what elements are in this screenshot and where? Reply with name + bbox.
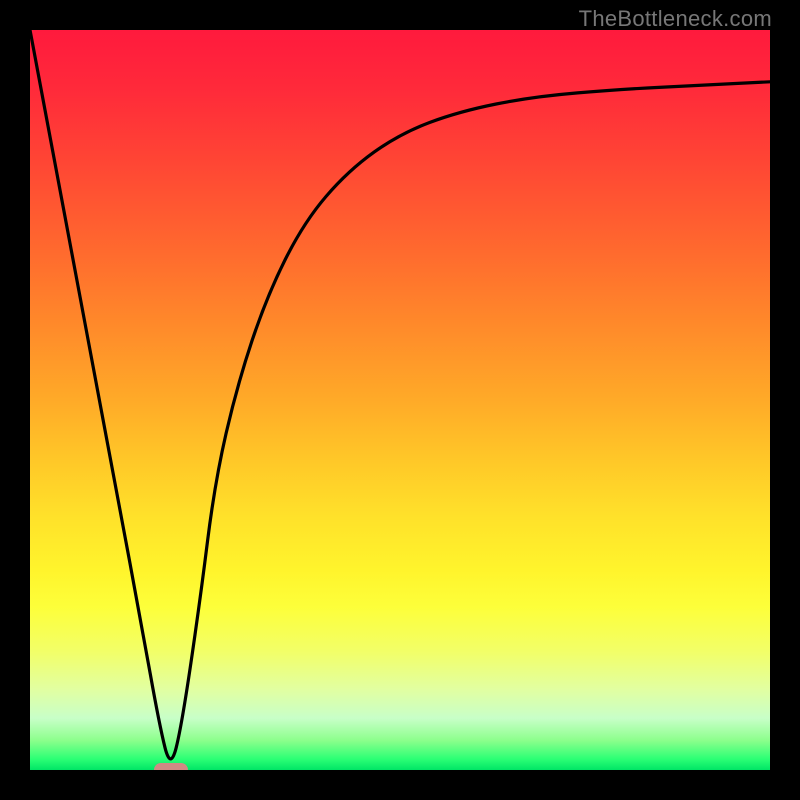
minimum-marker xyxy=(154,763,188,770)
watermark-text: TheBottleneck.com xyxy=(579,6,772,32)
curve-layer xyxy=(30,30,770,770)
chart-frame: TheBottleneck.com xyxy=(0,0,800,800)
plot-area xyxy=(30,30,770,770)
bottleneck-curve xyxy=(30,30,770,759)
